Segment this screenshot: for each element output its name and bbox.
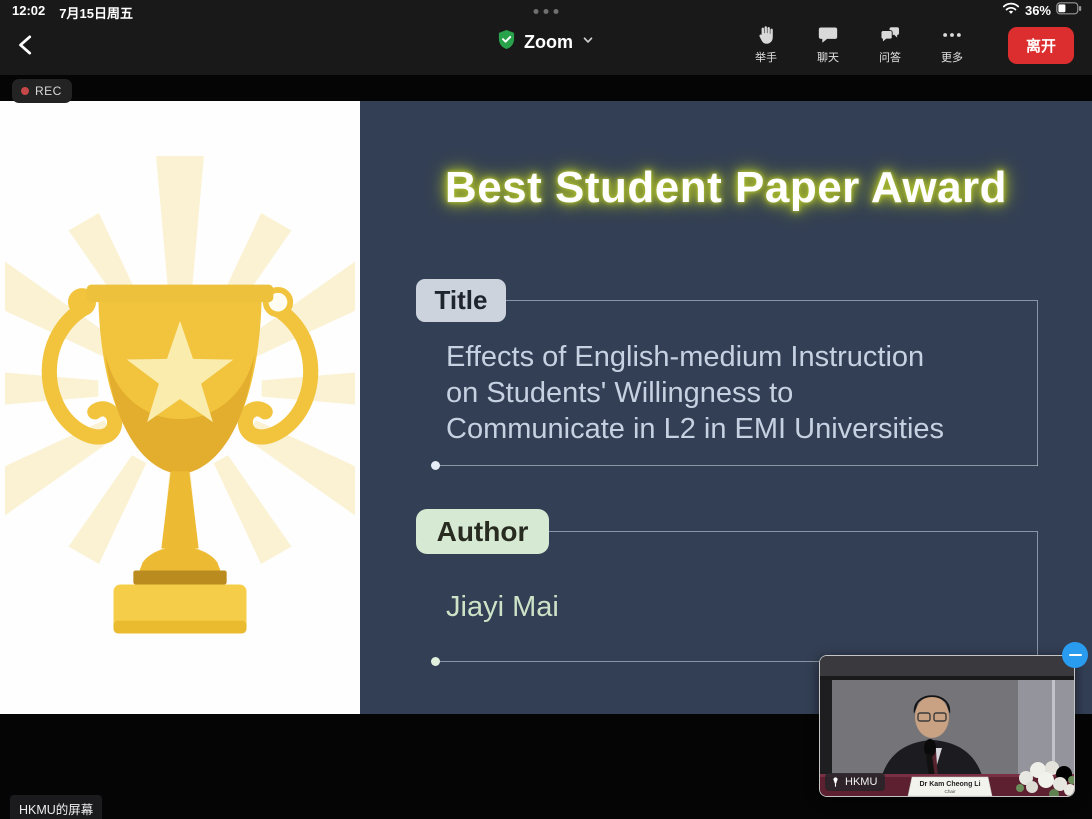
paper-title-line: Effects of English-medium Instruction xyxy=(446,339,1021,375)
slide-left-panel xyxy=(0,101,360,714)
chevron-down-icon xyxy=(581,33,595,52)
raise-hand-label: 举手 xyxy=(755,49,777,65)
title-box-right-line xyxy=(1037,300,1038,466)
title-chip: Title xyxy=(416,279,506,322)
speaker-video-thumbnail[interactable]: Dr Kam Cheong Li Chair HKMU xyxy=(819,655,1075,797)
date: 7月15日周五 xyxy=(59,3,133,22)
back-button[interactable] xyxy=(10,28,44,62)
app-title: Zoom xyxy=(524,32,573,53)
encryption-shield-icon xyxy=(497,29,516,55)
more-ellipsis-icon xyxy=(941,24,963,46)
recording-badge[interactable]: REC xyxy=(12,79,72,103)
paper-title-line: on Students' Willingness to xyxy=(446,375,1021,411)
trophy-illustration xyxy=(5,156,355,656)
status-right: 36% xyxy=(1002,2,1082,18)
name-card-line2: Chair xyxy=(945,789,956,794)
multitask-grabber-icon[interactable] xyxy=(534,9,559,14)
chat-label: 聊天 xyxy=(817,49,839,65)
title-box-top-line xyxy=(506,300,1037,301)
toolbar-actions: 举手 聊天 问答 更多 离开 xyxy=(748,24,1074,65)
shared-screen: Best Student Paper Award Title Effects o… xyxy=(0,101,1092,714)
leave-button[interactable]: 离开 xyxy=(1008,27,1074,64)
battery-icon xyxy=(1056,2,1082,18)
qa-button[interactable]: 问答 xyxy=(872,24,908,65)
slide-heading: Best Student Paper Award xyxy=(360,163,1092,213)
paper-title: Effects of English-medium Instruction on… xyxy=(446,339,1021,447)
clock: 12:02 xyxy=(12,3,45,22)
chat-button[interactable]: 聊天 xyxy=(810,24,846,65)
author-box-top-line xyxy=(549,531,1037,532)
pinned-participant-badge: HKMU xyxy=(825,773,885,791)
title-box-bottom-line xyxy=(436,465,1038,466)
more-button[interactable]: 更多 xyxy=(934,24,970,65)
recording-label: REC xyxy=(35,84,62,98)
title-box-dot xyxy=(431,461,440,470)
author-box-dot xyxy=(431,657,440,666)
zoom-meeting-screen: 12:02 7月15日周五 36% xyxy=(0,0,1092,819)
chat-bubble-icon xyxy=(817,24,839,46)
slide-content: Best Student Paper Award Title Effects o… xyxy=(360,101,1092,714)
status-bar: 12:02 7月15日周五 36% xyxy=(0,0,1092,20)
raise-hand-button[interactable]: 举手 xyxy=(748,24,784,65)
minimize-thumbnail-button[interactable] xyxy=(1062,642,1088,668)
qa-label: 问答 xyxy=(879,49,901,65)
recording-dot-icon xyxy=(21,87,29,95)
raise-hand-icon xyxy=(755,24,777,46)
screen-share-banner: HKMU的屏幕 xyxy=(10,795,102,819)
question-answer-icon xyxy=(879,24,901,46)
minus-icon xyxy=(1069,654,1082,657)
name-card-line1: Dr Kam Cheong Li xyxy=(919,781,980,788)
more-label: 更多 xyxy=(941,49,963,65)
top-bar: 12:02 7月15日周五 36% xyxy=(0,0,1092,75)
paper-title-line: Communicate in L2 in EMI Universities xyxy=(446,411,1021,447)
meeting-title-dropdown[interactable]: Zoom xyxy=(497,29,595,55)
author-chip: Author xyxy=(416,509,549,554)
wifi-icon xyxy=(1002,2,1020,18)
trophy-icon xyxy=(5,156,355,656)
battery-percent: 36% xyxy=(1025,3,1051,18)
status-left: 12:02 7月15日周五 xyxy=(12,3,133,22)
author-name: Jiayi Mai xyxy=(446,591,559,624)
chevron-left-icon xyxy=(14,32,40,58)
pin-icon xyxy=(830,776,841,788)
pinned-participant-name: HKMU xyxy=(845,776,877,788)
